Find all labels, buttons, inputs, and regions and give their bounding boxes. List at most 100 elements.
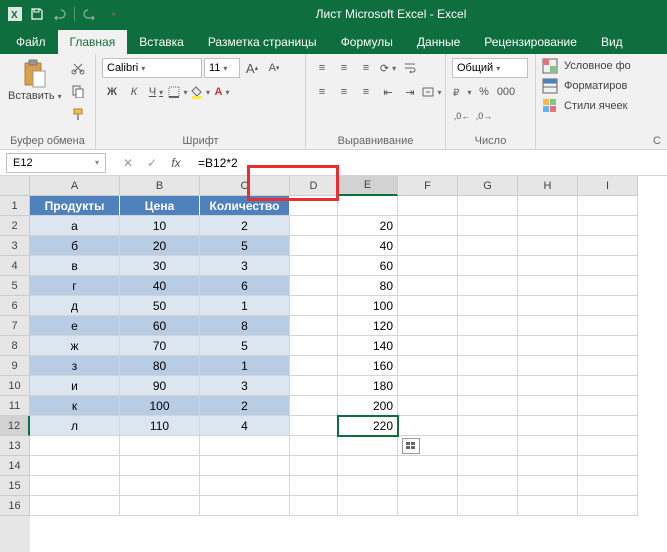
cell[interactable]	[578, 376, 638, 396]
underline-button[interactable]: Ч	[146, 82, 166, 102]
align-right-icon[interactable]: ≡	[356, 82, 376, 102]
cell-styles-button[interactable]: Стили ячеек	[542, 98, 627, 114]
row-header[interactable]: 6	[0, 296, 30, 316]
cell[interactable]	[578, 356, 638, 376]
cell[interactable]: 5	[200, 336, 290, 356]
cell[interactable]: 200	[338, 396, 398, 416]
selected-cell[interactable]: 220	[338, 416, 398, 436]
formula-input[interactable]: =B12*2	[192, 153, 667, 173]
cell[interactable]	[120, 456, 200, 476]
cell[interactable]	[518, 436, 578, 456]
cell[interactable]	[518, 496, 578, 516]
cell[interactable]	[578, 416, 638, 436]
border-icon[interactable]	[168, 82, 188, 102]
cell[interactable]: 40	[338, 236, 398, 256]
row-header[interactable]: 8	[0, 336, 30, 356]
cell[interactable]	[30, 456, 120, 476]
font-name-select[interactable]: Calibri	[102, 58, 202, 78]
row-header[interactable]: 11	[0, 396, 30, 416]
cell[interactable]	[458, 476, 518, 496]
qat-customize-icon[interactable]	[103, 5, 121, 23]
cell[interactable]	[200, 496, 290, 516]
increase-font-icon[interactable]: A▴	[242, 58, 262, 78]
cell[interactable]	[290, 276, 338, 296]
percent-icon[interactable]: %	[474, 82, 494, 102]
enter-formula-icon[interactable]: ✓	[144, 155, 160, 171]
cell[interactable]	[578, 456, 638, 476]
cell[interactable]	[398, 216, 458, 236]
insert-function-icon[interactable]: fx	[168, 155, 184, 171]
cell[interactable]: 5	[200, 236, 290, 256]
cell[interactable]: 6	[200, 276, 290, 296]
tab-data[interactable]: Данные	[405, 30, 472, 54]
cell[interactable]	[338, 456, 398, 476]
cancel-formula-icon[interactable]: ✕	[120, 155, 136, 171]
row-header[interactable]: 1	[0, 196, 30, 216]
column-header[interactable]: A	[30, 176, 120, 196]
cell[interactable]	[578, 196, 638, 216]
cell[interactable]	[458, 376, 518, 396]
cell[interactable]	[30, 436, 120, 456]
increase-indent-icon[interactable]: ⇥	[400, 82, 420, 102]
cell[interactable]	[398, 256, 458, 276]
format-painter-icon[interactable]	[68, 104, 88, 124]
cell[interactable]	[458, 336, 518, 356]
column-header[interactable]: E	[338, 176, 398, 196]
cell[interactable]: 60	[120, 316, 200, 336]
save-icon[interactable]	[28, 5, 46, 23]
cell[interactable]: 1	[200, 296, 290, 316]
cell[interactable]	[338, 496, 398, 516]
cell[interactable]: и	[30, 376, 120, 396]
cell[interactable]: л	[30, 416, 120, 436]
cell[interactable]: 40	[120, 276, 200, 296]
accounting-format-icon[interactable]: ₽	[452, 82, 472, 102]
format-as-table-button[interactable]: Форматиров	[542, 78, 627, 94]
cell[interactable]	[290, 476, 338, 496]
cell[interactable]	[518, 276, 578, 296]
cell[interactable]	[458, 496, 518, 516]
column-header[interactable]: D	[290, 176, 338, 196]
cell[interactable]	[518, 396, 578, 416]
copy-icon[interactable]	[68, 81, 88, 101]
row-header[interactable]: 15	[0, 476, 30, 496]
cell[interactable]	[398, 356, 458, 376]
cell[interactable]: 20	[338, 216, 398, 236]
cell[interactable]	[458, 316, 518, 336]
row-header[interactable]: 16	[0, 496, 30, 516]
cell[interactable]	[398, 316, 458, 336]
cell[interactable]	[398, 396, 458, 416]
cell[interactable]: 2	[200, 396, 290, 416]
cell[interactable]	[578, 236, 638, 256]
cell[interactable]	[458, 216, 518, 236]
cell[interactable]	[398, 376, 458, 396]
cell[interactable]: 4	[200, 416, 290, 436]
cell[interactable]	[578, 396, 638, 416]
cell[interactable]	[200, 436, 290, 456]
cell[interactable]	[518, 476, 578, 496]
cell[interactable]	[458, 256, 518, 276]
cell[interactable]: г	[30, 276, 120, 296]
cell[interactable]: 3	[200, 256, 290, 276]
cell[interactable]: 8	[200, 316, 290, 336]
cell[interactable]: д	[30, 296, 120, 316]
bold-button[interactable]: Ж	[102, 82, 122, 102]
column-header[interactable]: G	[458, 176, 518, 196]
cell[interactable]	[518, 336, 578, 356]
cell[interactable]: е	[30, 316, 120, 336]
cell[interactable]: 100	[120, 396, 200, 416]
cell[interactable]: 10	[120, 216, 200, 236]
redo-icon[interactable]	[81, 5, 99, 23]
cell[interactable]	[578, 336, 638, 356]
tab-page-layout[interactable]: Разметка страницы	[196, 30, 329, 54]
column-header[interactable]: H	[518, 176, 578, 196]
merge-icon[interactable]	[422, 82, 442, 102]
cell[interactable]	[200, 476, 290, 496]
cell[interactable]	[518, 296, 578, 316]
cell[interactable]	[120, 476, 200, 496]
font-color-icon[interactable]: A	[212, 82, 232, 102]
cell[interactable]	[290, 396, 338, 416]
cell[interactable]: в	[30, 256, 120, 276]
cell[interactable]: 70	[120, 336, 200, 356]
paste-button[interactable]: Вставить	[6, 58, 64, 104]
cell[interactable]: б	[30, 236, 120, 256]
